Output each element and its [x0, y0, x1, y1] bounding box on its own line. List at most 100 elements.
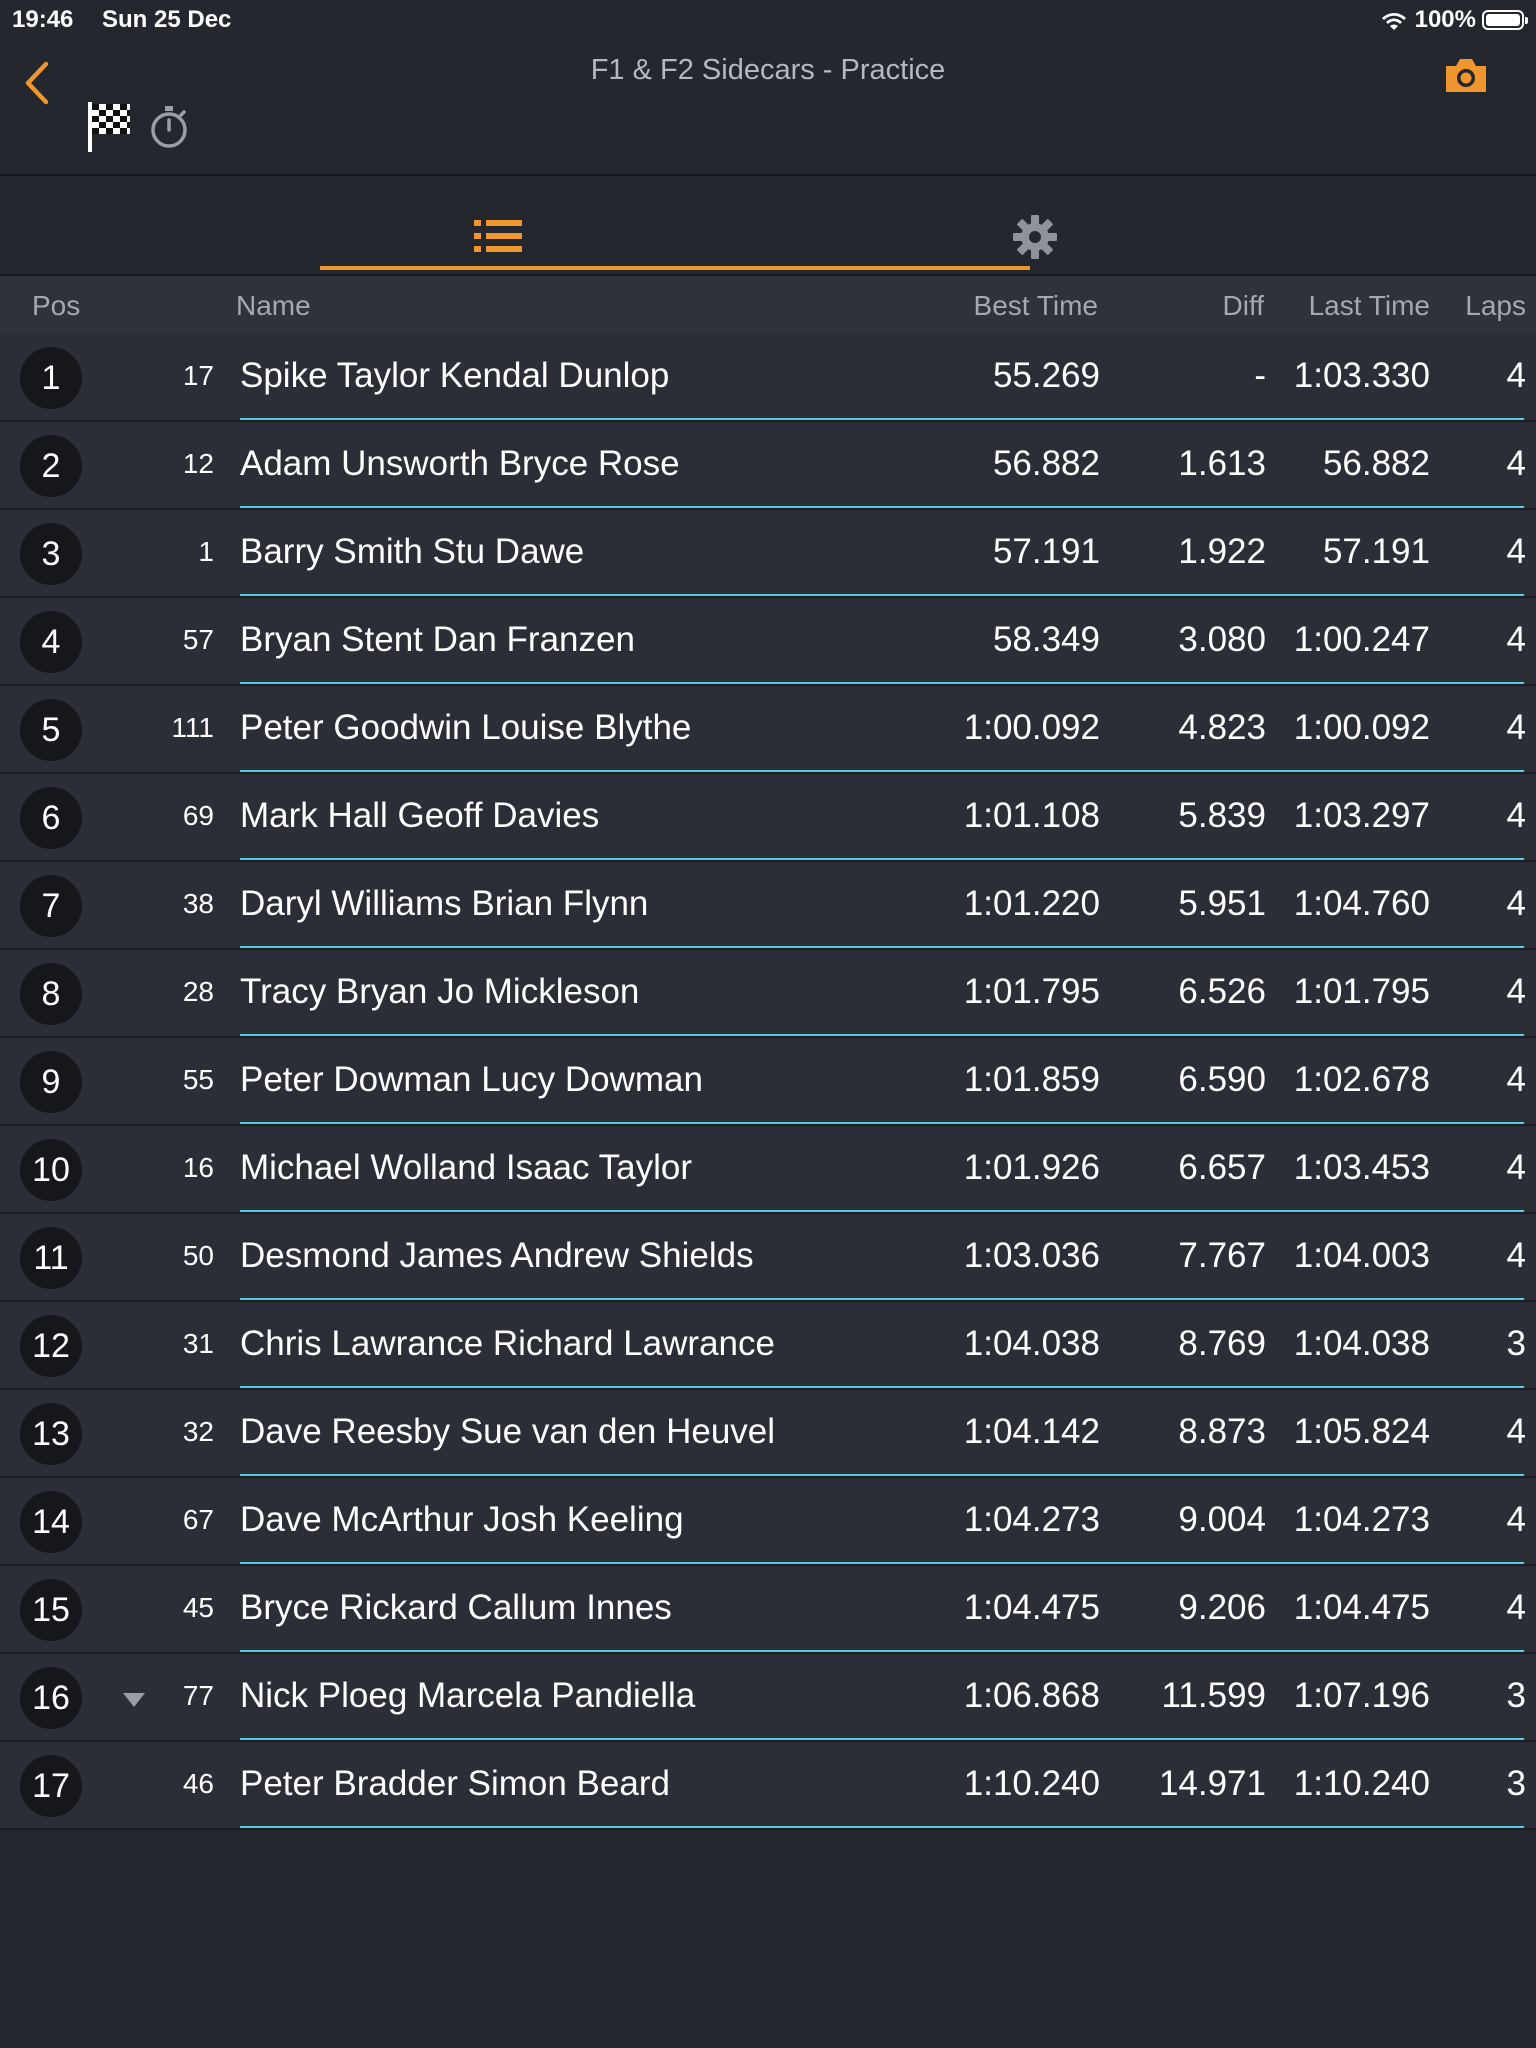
camera-icon[interactable] [1442, 54, 1490, 96]
driver-names: Peter Dowman Lucy Dowman [240, 1060, 703, 1099]
last-time: 1:04.038 [1293, 1324, 1430, 1363]
row-separator [240, 1826, 1524, 1828]
tab-settings[interactable] [998, 176, 1098, 274]
car-number: 55 [182, 1064, 214, 1095]
table-row[interactable]: 4 57 Bryan Stent Dan Franzen 58.349 3.080 1:0… [0, 598, 1536, 686]
car-number: 46 [182, 1768, 214, 1799]
table-row[interactable]: 15 45 Bryce Rickard Callum Innes 1:04.475 9.… [0, 1566, 1536, 1654]
laps-count: 4 [1506, 1060, 1526, 1099]
table-row[interactable]: 10 16 Michael Wolland Isaac Taylor 1:01.926… [0, 1126, 1536, 1214]
best-time: 1:04.475 [963, 1588, 1100, 1627]
table-row[interactable]: 7 38 Daryl Williams Brian Flynn 1:01.220 5.9… [0, 862, 1536, 950]
position-badge: 3 [20, 523, 82, 585]
driver-names: Bryan Stent Dan Franzen [240, 620, 635, 659]
laps-count: 4 [1506, 532, 1526, 571]
table-row[interactable]: 6 69 Mark Hall Geoff Davies 1:01.108 5.839 1:… [0, 774, 1536, 862]
row-separator [240, 1386, 1524, 1388]
status-right: 100% [1379, 6, 1528, 34]
diff-time: 6.590 [1178, 1060, 1266, 1099]
car-number: 57 [182, 624, 214, 655]
diff-time: 6.657 [1178, 1148, 1266, 1187]
last-time: 1:03.297 [1293, 796, 1430, 835]
position-badge: 4 [20, 611, 82, 673]
table-row[interactable]: 5 111 Peter Goodwin Louise Blythe 1:00.092 4… [0, 686, 1536, 774]
laps-count: 4 [1506, 356, 1526, 395]
battery-percent: 100% [1414, 6, 1476, 33]
row-separator [240, 418, 1524, 420]
position-badge: 16 [20, 1667, 82, 1729]
row-separator [240, 1474, 1524, 1476]
table-row[interactable]: 17 46 Peter Bradder Simon Beard 1:10.240 14.… [0, 1742, 1536, 1830]
row-separator [240, 1210, 1524, 1212]
laps-count: 4 [1506, 972, 1526, 1011]
laps-count: 4 [1506, 1588, 1526, 1627]
position-badge: 12 [20, 1315, 82, 1377]
row-separator [240, 1738, 1524, 1740]
row-separator [240, 1122, 1524, 1124]
tab-results-list[interactable] [320, 176, 1030, 274]
position-badge: 15 [20, 1579, 82, 1641]
row-separator [240, 682, 1524, 684]
status-date: Sun 25 Dec [102, 6, 232, 33]
table-row[interactable]: 16 77 Nick Ploeg Marcela Pandiella 1:06.868… [0, 1654, 1536, 1742]
diff-time: 8.769 [1178, 1324, 1266, 1363]
best-time: 58.349 [992, 620, 1100, 659]
row-separator [240, 1298, 1524, 1300]
table-row[interactable]: 8 28 Tracy Bryan Jo Mickleson 1:01.795 6.526… [0, 950, 1536, 1038]
gear-icon [1013, 215, 1057, 259]
table-row[interactable]: 14 67 Dave McArthur Josh Keeling 1:04.273 9.… [0, 1478, 1536, 1566]
position-badge: 6 [20, 787, 82, 849]
position-badge: 5 [20, 699, 82, 761]
table-row[interactable]: 3 1 Barry Smith Stu Dawe 57.191 1.922 57.191 4 [0, 510, 1536, 598]
best-time: 55.269 [992, 356, 1100, 395]
laps-count: 4 [1506, 708, 1526, 747]
best-time: 1:04.142 [963, 1412, 1100, 1451]
diff-time: 6.526 [1178, 972, 1266, 1011]
diff-time: 11.599 [1161, 1676, 1266, 1715]
status-time: 19:46 [12, 6, 74, 33]
car-number: 38 [182, 888, 214, 919]
diff-time: 9.206 [1178, 1588, 1266, 1627]
position-badge: 13 [20, 1403, 82, 1465]
table-row[interactable]: 2 12 Adam Unsworth Bryce Rose 56.882 1.613 56… [0, 422, 1536, 510]
car-number: 77 [182, 1680, 214, 1711]
last-time: 1:01.795 [1293, 972, 1430, 1011]
diff-time: 5.839 [1178, 796, 1266, 835]
driver-names: Daryl Williams Brian Flynn [240, 884, 649, 923]
driver-names: Barry Smith Stu Dawe [240, 532, 585, 571]
diff-time: 14.971 [1158, 1764, 1266, 1803]
last-time: 1:07.196 [1293, 1676, 1430, 1715]
row-separator [240, 1034, 1524, 1036]
row-separator [240, 594, 1524, 596]
battery-icon [1482, 10, 1528, 30]
best-time: 1:04.038 [963, 1324, 1100, 1363]
last-time: 1:03.330 [1293, 356, 1430, 395]
car-number: 1 [198, 536, 214, 567]
header-best-time: Best Time [973, 290, 1098, 321]
header-laps: Laps [1465, 290, 1526, 321]
table-row[interactable]: 1 17 Spike Taylor Kendal Dunlop 55.269 -1:03… [0, 334, 1536, 422]
list-icon [474, 220, 522, 252]
laps-count: 4 [1506, 884, 1526, 923]
laps-count: 4 [1506, 620, 1526, 659]
best-time: 1:01.795 [963, 972, 1100, 1011]
table-row[interactable]: 12 31 Chris Lawrance Richard Lawrance 1:04.… [0, 1302, 1536, 1390]
car-number: 50 [182, 1240, 214, 1271]
table-row[interactable]: 13 32 Dave Reesby Sue van den Heuvel 1:04.1… [0, 1390, 1536, 1478]
table-row[interactable]: 9 55 Peter Dowman Lucy Dowman 1:01.859 6.590… [0, 1038, 1536, 1126]
driver-names: Bryce Rickard Callum Innes [240, 1588, 672, 1627]
last-time: 56.882 [1322, 444, 1430, 483]
car-number: 69 [182, 800, 214, 831]
car-number: 16 [182, 1152, 214, 1183]
driver-names: Dave McArthur Josh Keeling [240, 1500, 684, 1539]
last-time: 1:04.003 [1293, 1236, 1430, 1275]
diff-time: 5.951 [1178, 884, 1266, 923]
table-row[interactable]: 11 50 Desmond James Andrew Shields 1:03.036… [0, 1214, 1536, 1302]
car-number: 111 [171, 712, 214, 743]
header-name: Name [236, 290, 311, 321]
row-separator [240, 858, 1524, 860]
row-separator [240, 1562, 1524, 1564]
driver-names: Mark Hall Geoff Davies [240, 796, 600, 835]
car-number: 17 [182, 360, 214, 391]
position-badge: 17 [20, 1755, 82, 1817]
